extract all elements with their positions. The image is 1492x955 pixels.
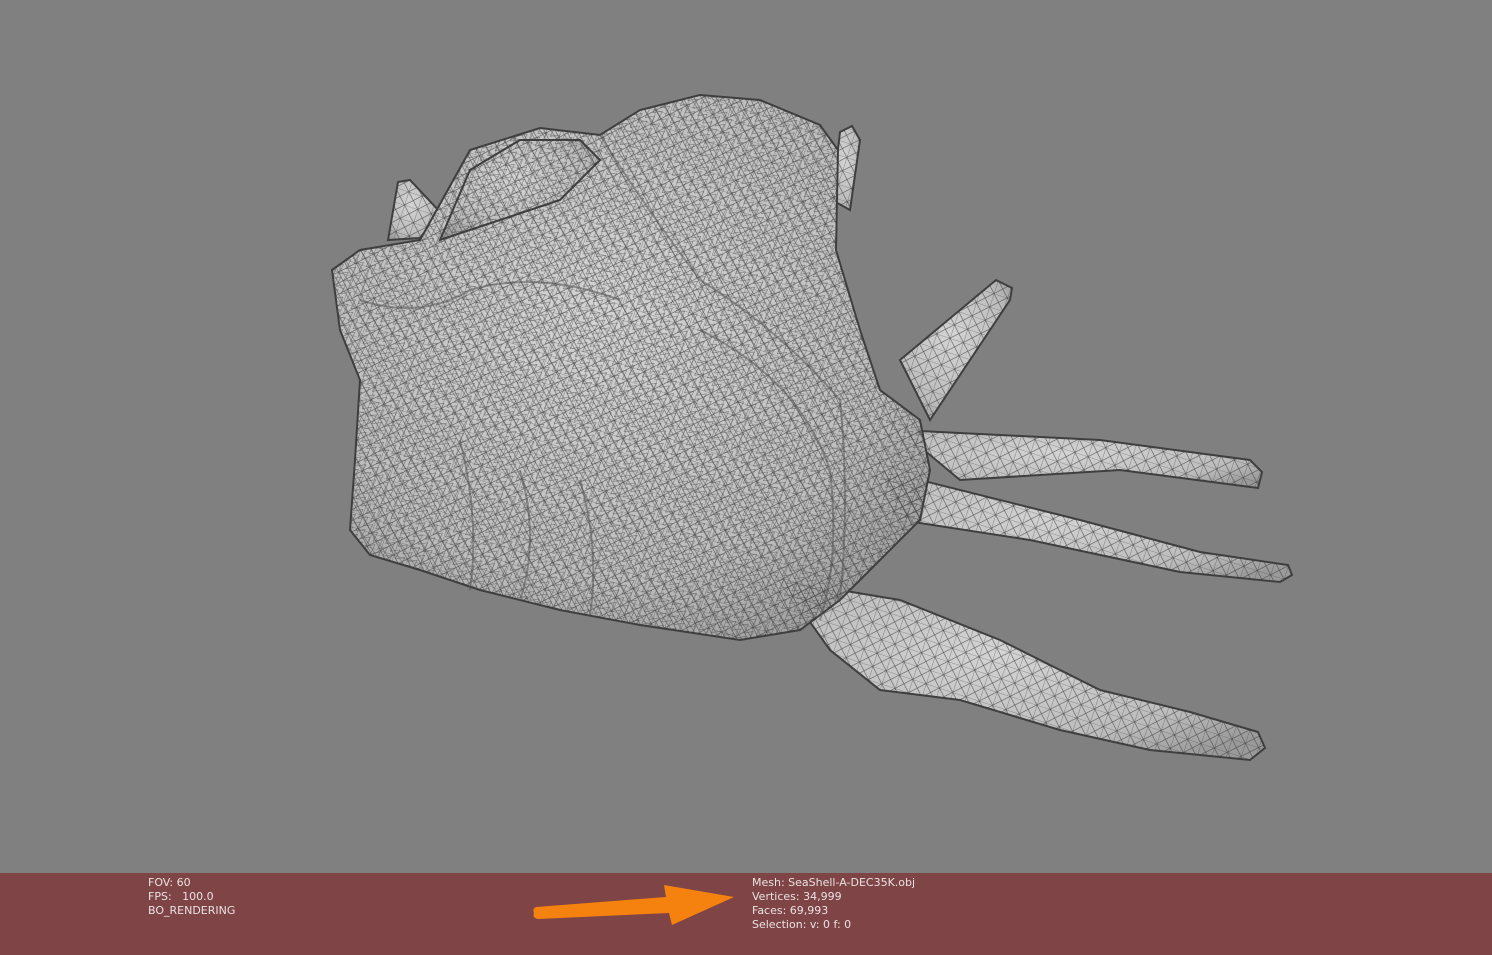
render-mode-readout: BO_RENDERING (148, 904, 236, 917)
mesh-info: Mesh: SeaShell-A-DEC35K.obj Vertices: 34… (752, 876, 915, 932)
fov-readout: FOV: 60 (148, 876, 191, 889)
status-bar: FOV: 60 FPS: 100.0 BO_RENDERING Mesh: Se… (0, 873, 1492, 955)
render-info: FOV: 60 FPS: 100.0 BO_RENDERING (148, 876, 235, 918)
vertices-readout: Vertices: 34,999 (752, 890, 842, 903)
selection-readout: Selection: v: 0 f: 0 (752, 918, 852, 931)
wireframe-overlay (332, 95, 1292, 760)
faces-readout: Faces: 69,993 (752, 904, 829, 917)
fps-readout: FPS: 100.0 (148, 890, 214, 903)
mesh-render (330, 93, 1294, 762)
mesh-name-readout: Mesh: SeaShell-A-DEC35K.obj (752, 876, 916, 889)
3d-viewport[interactable] (0, 0, 1492, 873)
arrow-right-icon (533, 885, 734, 925)
